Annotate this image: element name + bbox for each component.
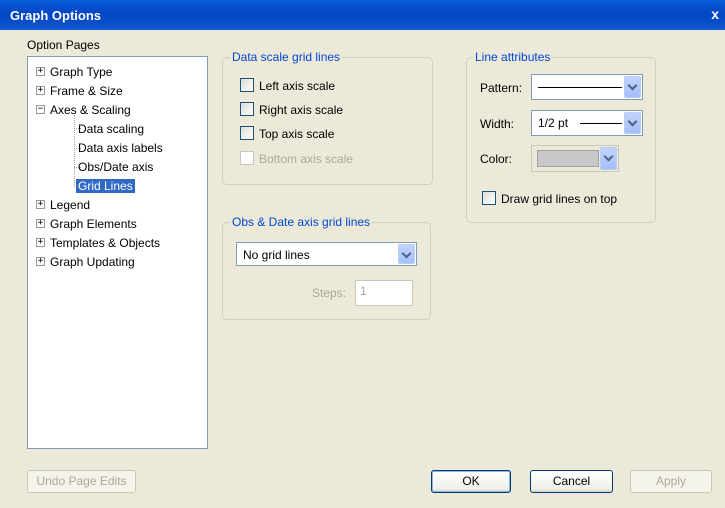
width-select[interactable]: 1/2 pt (531, 110, 643, 136)
expand-icon[interactable]: + (36, 238, 45, 247)
expand-icon[interactable]: + (36, 200, 45, 209)
color-select[interactable] (531, 145, 619, 172)
tree-item-grid-lines[interactable]: Grid Lines (76, 177, 135, 195)
left-axis-scale-checkbox[interactable] (240, 78, 254, 92)
obs-date-grid-value: No grid lines (243, 248, 310, 262)
tree-item-obs-date-axis[interactable]: Obs/Date axis (78, 158, 153, 176)
right-axis-scale-checkbox[interactable] (240, 102, 254, 116)
width-label: Width: (480, 117, 515, 131)
solid-line-swatch (538, 87, 622, 88)
data-scale-grid-title: Data scale grid lines (230, 50, 343, 64)
tree-item-data-scaling[interactable]: Data scaling (78, 120, 144, 138)
obs-date-grid-title: Obs & Date axis grid lines (230, 215, 373, 229)
chevron-down-icon[interactable] (624, 112, 641, 134)
expand-icon[interactable]: + (36, 219, 45, 228)
tree-item-data-axis-labels[interactable]: Data axis labels (78, 139, 163, 157)
option-pages-tree[interactable]: + Graph Type + Frame & Size − Axes & Sca… (27, 56, 208, 449)
expand-icon[interactable]: + (36, 257, 45, 266)
bottom-axis-scale-checkbox[interactable] (240, 151, 254, 165)
pattern-select[interactable] (531, 74, 643, 100)
draw-on-top-checkbox[interactable] (482, 191, 496, 205)
width-value: 1/2 pt (538, 116, 569, 130)
pattern-label: Pattern: (480, 81, 523, 95)
chevron-down-icon[interactable] (398, 244, 415, 264)
undo-page-edits-button[interactable]: Undo Page Edits (27, 470, 136, 493)
obs-date-grid-select[interactable]: No grid lines (236, 242, 417, 266)
steps-label: Steps: (312, 286, 347, 300)
expand-icon[interactable]: + (36, 67, 45, 76)
title-bar: Graph Options x (0, 0, 725, 30)
top-axis-scale-label: Top axis scale (259, 127, 335, 141)
line-attributes-title: Line attributes (473, 50, 553, 64)
color-swatch (537, 150, 599, 167)
top-axis-scale-checkbox[interactable] (240, 126, 254, 140)
apply-button[interactable]: Apply (630, 470, 712, 493)
window-title: Graph Options (10, 8, 101, 23)
bottom-axis-scale-label: Bottom axis scale (259, 152, 354, 166)
expand-icon[interactable]: + (36, 86, 45, 95)
tree-connector (74, 115, 75, 187)
chevron-down-icon[interactable] (624, 76, 641, 98)
color-label: Color: (480, 152, 513, 166)
chevron-down-icon[interactable] (600, 147, 617, 170)
cancel-button[interactable]: Cancel (530, 470, 613, 493)
width-line-swatch (580, 123, 622, 124)
left-axis-scale-label: Left axis scale (259, 79, 336, 93)
right-axis-scale-label: Right axis scale (259, 103, 344, 117)
draw-on-top-label: Draw grid lines on top (501, 192, 618, 206)
collapse-icon[interactable]: − (36, 105, 45, 114)
close-icon[interactable]: x (711, 6, 719, 22)
steps-input[interactable]: 1 (355, 280, 413, 306)
option-pages-label: Option Pages (27, 38, 100, 52)
ok-button[interactable]: OK (431, 470, 511, 493)
